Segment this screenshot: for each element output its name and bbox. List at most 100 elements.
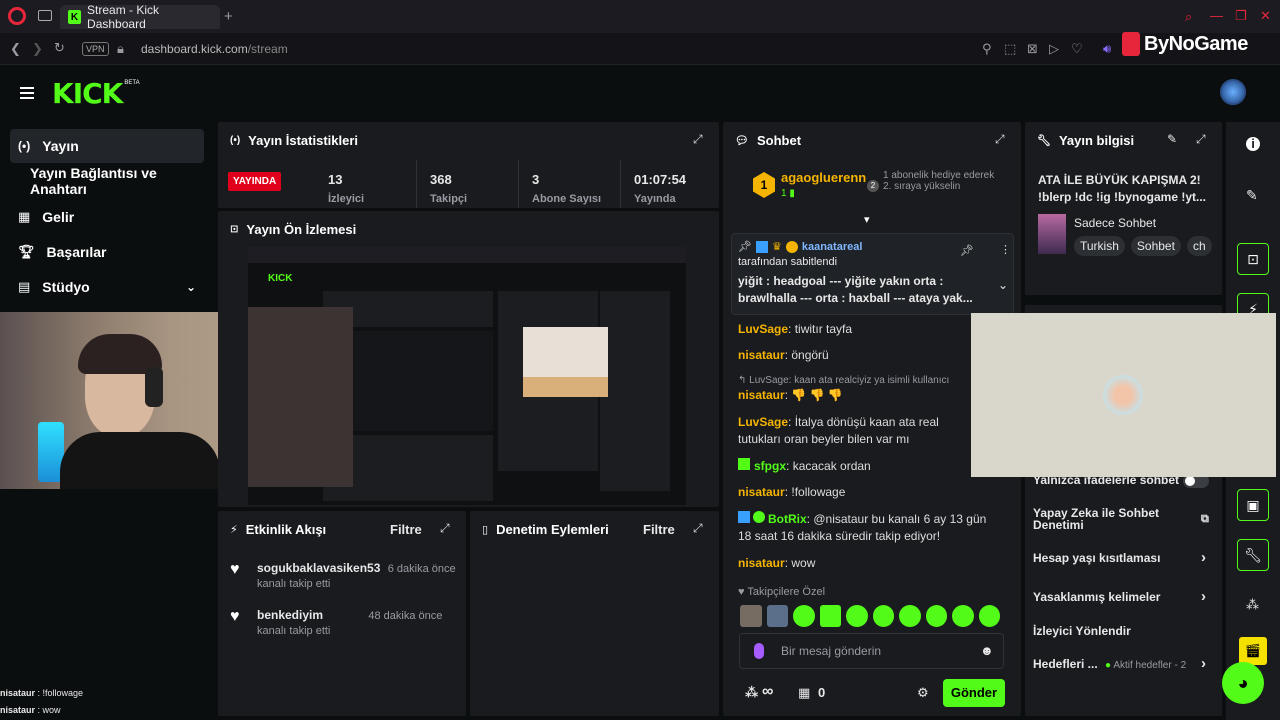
chevron-down-icon[interactable]: ⌄ [186, 280, 196, 294]
shop-icon[interactable]: ▦ [798, 685, 810, 701]
sidebar-item-stream-key[interactable]: Yayın Bağlantısı ve Anahtarı [22, 164, 216, 198]
tag[interactable]: Turkish [1074, 236, 1125, 256]
tag[interactable]: ch [1186, 236, 1212, 256]
adblock-icon[interactable]: ⊠ [1027, 41, 1038, 57]
filter-button[interactable]: Filtre [643, 522, 675, 537]
streamer-body [60, 432, 220, 489]
emote-bar [740, 605, 1000, 627]
broadcast-icon: (•) [18, 139, 31, 153]
gear-icon[interactable]: ⚙ [917, 685, 929, 701]
maximize-icon[interactable]: ❐ [1235, 8, 1247, 24]
new-tab-button[interactable]: + [224, 8, 233, 25]
kick-favicon-icon: K [68, 10, 82, 24]
emote-icon[interactable] [793, 605, 815, 627]
emote-icon[interactable] [899, 605, 921, 627]
support-chat-button[interactable]: ◕ [1222, 662, 1264, 704]
dashboard-toggle-icon[interactable]: ▣ [1237, 489, 1269, 521]
heart-icon[interactable]: ♡ [1071, 41, 1083, 57]
chevron-down-icon[interactable]: ⌄ [998, 278, 1008, 292]
preview-toggle-icon[interactable]: ⊡ [1237, 243, 1269, 275]
emote-icon[interactable] [978, 605, 1000, 627]
sidebar-item-basarilar[interactable]: 🏆︎ Başarılar [10, 235, 204, 269]
rank-badge-icon: 1 [753, 172, 775, 198]
chat-message: sfpgx: kacacak ordan [738, 458, 978, 475]
moderation-panel: ▯ Denetim Eylemleri Filtre ⤢ [470, 511, 719, 716]
emote-icon[interactable] [925, 605, 947, 627]
expand-icon[interactable]: ⤢ [693, 132, 707, 146]
setting-goals[interactable]: Hedefleri ... ● Aktif hedefler - 2 › [1033, 655, 1213, 672]
browser-tab[interactable]: K Stream - Kick Dashboard [60, 3, 220, 31]
emote-icon[interactable] [872, 605, 894, 627]
chat-bubble-icon: 💬︎ [735, 134, 749, 147]
panel-title: Etkinlik Akışı [245, 521, 327, 537]
badge-icon [755, 240, 768, 253]
lock-icon: 🔒︎ [117, 41, 124, 56]
headphones [145, 367, 163, 407]
emoji-icon[interactable]: ☻ [980, 643, 994, 658]
trophy-icon: 🏆︎ [18, 244, 35, 259]
reload-icon[interactable]: ↻ [54, 40, 65, 56]
snapshot-icon[interactable]: ⬚ [1004, 41, 1016, 57]
emote-icon[interactable] [766, 605, 788, 627]
sidebar-item-gelir[interactable]: ▦ Gelir [10, 200, 204, 234]
emote-icon[interactable] [846, 605, 868, 627]
send-button[interactable]: Gönder [943, 679, 1005, 707]
category-name[interactable]: Sadece Sohbet [1074, 216, 1156, 230]
expand-icon[interactable]: ⤢ [693, 521, 707, 535]
unpin-icon[interactable]: 📌︎ [960, 244, 974, 257]
external-link-icon: ⧉ [1201, 513, 1209, 525]
expand-icon[interactable]: ⤢ [1196, 132, 1210, 146]
url-field[interactable]: dashboard.kick.com/stream [141, 42, 288, 56]
chat-message: nisataur: !followage [738, 485, 846, 499]
wrench-icon: 🔧︎ [1037, 134, 1051, 147]
filter-button[interactable]: Filtre [390, 522, 422, 537]
floating-preview-window[interactable] [971, 313, 1276, 477]
play-icon[interactable]: ▷ [1049, 41, 1059, 57]
expand-icon[interactable]: ⤢ [995, 132, 1009, 146]
forward-icon[interactable]: ❯ [32, 41, 43, 57]
badge-icon [738, 511, 750, 523]
collapse-icon[interactable]: ▾ [864, 213, 870, 226]
setting-banned-words[interactable]: Yasaklanmış kelimeler › [1033, 588, 1213, 605]
vpn-badge[interactable]: VPN [82, 42, 109, 56]
hamburger-menu-icon[interactable] [20, 87, 34, 99]
pencil-icon[interactable]: ✎ [1246, 187, 1258, 204]
back-icon[interactable]: ❮ [10, 41, 21, 57]
pin-icon[interactable]: ⚲ [982, 41, 992, 57]
sidebar-item-yayin[interactable]: (•) Yayın [10, 129, 204, 163]
info-icon[interactable]: i [1246, 137, 1260, 151]
microphone-icon[interactable] [754, 643, 764, 659]
emote-icon[interactable] [740, 605, 762, 627]
chat-message: nisataur: öngörü [738, 348, 829, 362]
minimize-icon[interactable]: — [1210, 8, 1223, 23]
emote-icon[interactable] [952, 605, 974, 627]
sidebar-item-studyo[interactable]: ▤ Stüdyo ⌄ [10, 270, 204, 304]
expand-icon[interactable]: ⤢ [440, 521, 454, 535]
points-icon[interactable]: ⁂ [745, 685, 758, 701]
tabs-icon[interactable] [38, 10, 52, 21]
address-bar: ❮ ❯ ↻ VPN 🔒︎ dashboard.kick.com/stream ⚲… [0, 32, 1280, 65]
emote-icon[interactable] [819, 605, 841, 627]
studio-icon: ▤ [18, 279, 31, 294]
clapper-icon[interactable]: 🎬︎ [1239, 637, 1267, 665]
chat-input[interactable]: Bir mesaj gönderin ☻ [739, 633, 1004, 669]
broadcast-icon: (•) [230, 134, 241, 146]
heart-icon: ♥ [230, 608, 240, 625]
tag[interactable]: Sohbet [1130, 236, 1181, 256]
browser-search-icon[interactable]: ⌕ [1185, 9, 1192, 25]
wrench-toggle-icon[interactable]: 🔧︎ [1237, 539, 1269, 571]
setting-account-age[interactable]: Hesap yaşı kısıtlaması › [1033, 549, 1213, 566]
preview-video[interactable]: KICK [248, 247, 686, 505]
category-thumbnail[interactable] [1038, 214, 1066, 254]
close-window-icon[interactable]: ✕ [1260, 8, 1271, 24]
list-item: ♥ sogukbaklavasiken53 6 dakika önce kana… [230, 561, 456, 590]
more-icon[interactable]: ⋮ [1000, 243, 1011, 256]
sound-icon[interactable]: 🔊︎ [1103, 41, 1111, 57]
setting-raid[interactable]: İzleyici Yönlendir [1033, 624, 1213, 638]
setting-ai-moderation[interactable]: Yapay Zeka ile Sohbet Denetimi ⧉ [1033, 507, 1213, 531]
kick-logo[interactable]: KICK BETA [52, 77, 140, 110]
nodes-icon[interactable]: ⁂ [1246, 597, 1259, 613]
user-avatar[interactable] [1220, 79, 1246, 105]
edit-icon[interactable]: ✎ [1167, 132, 1177, 146]
opera-logo-icon[interactable] [8, 7, 26, 25]
